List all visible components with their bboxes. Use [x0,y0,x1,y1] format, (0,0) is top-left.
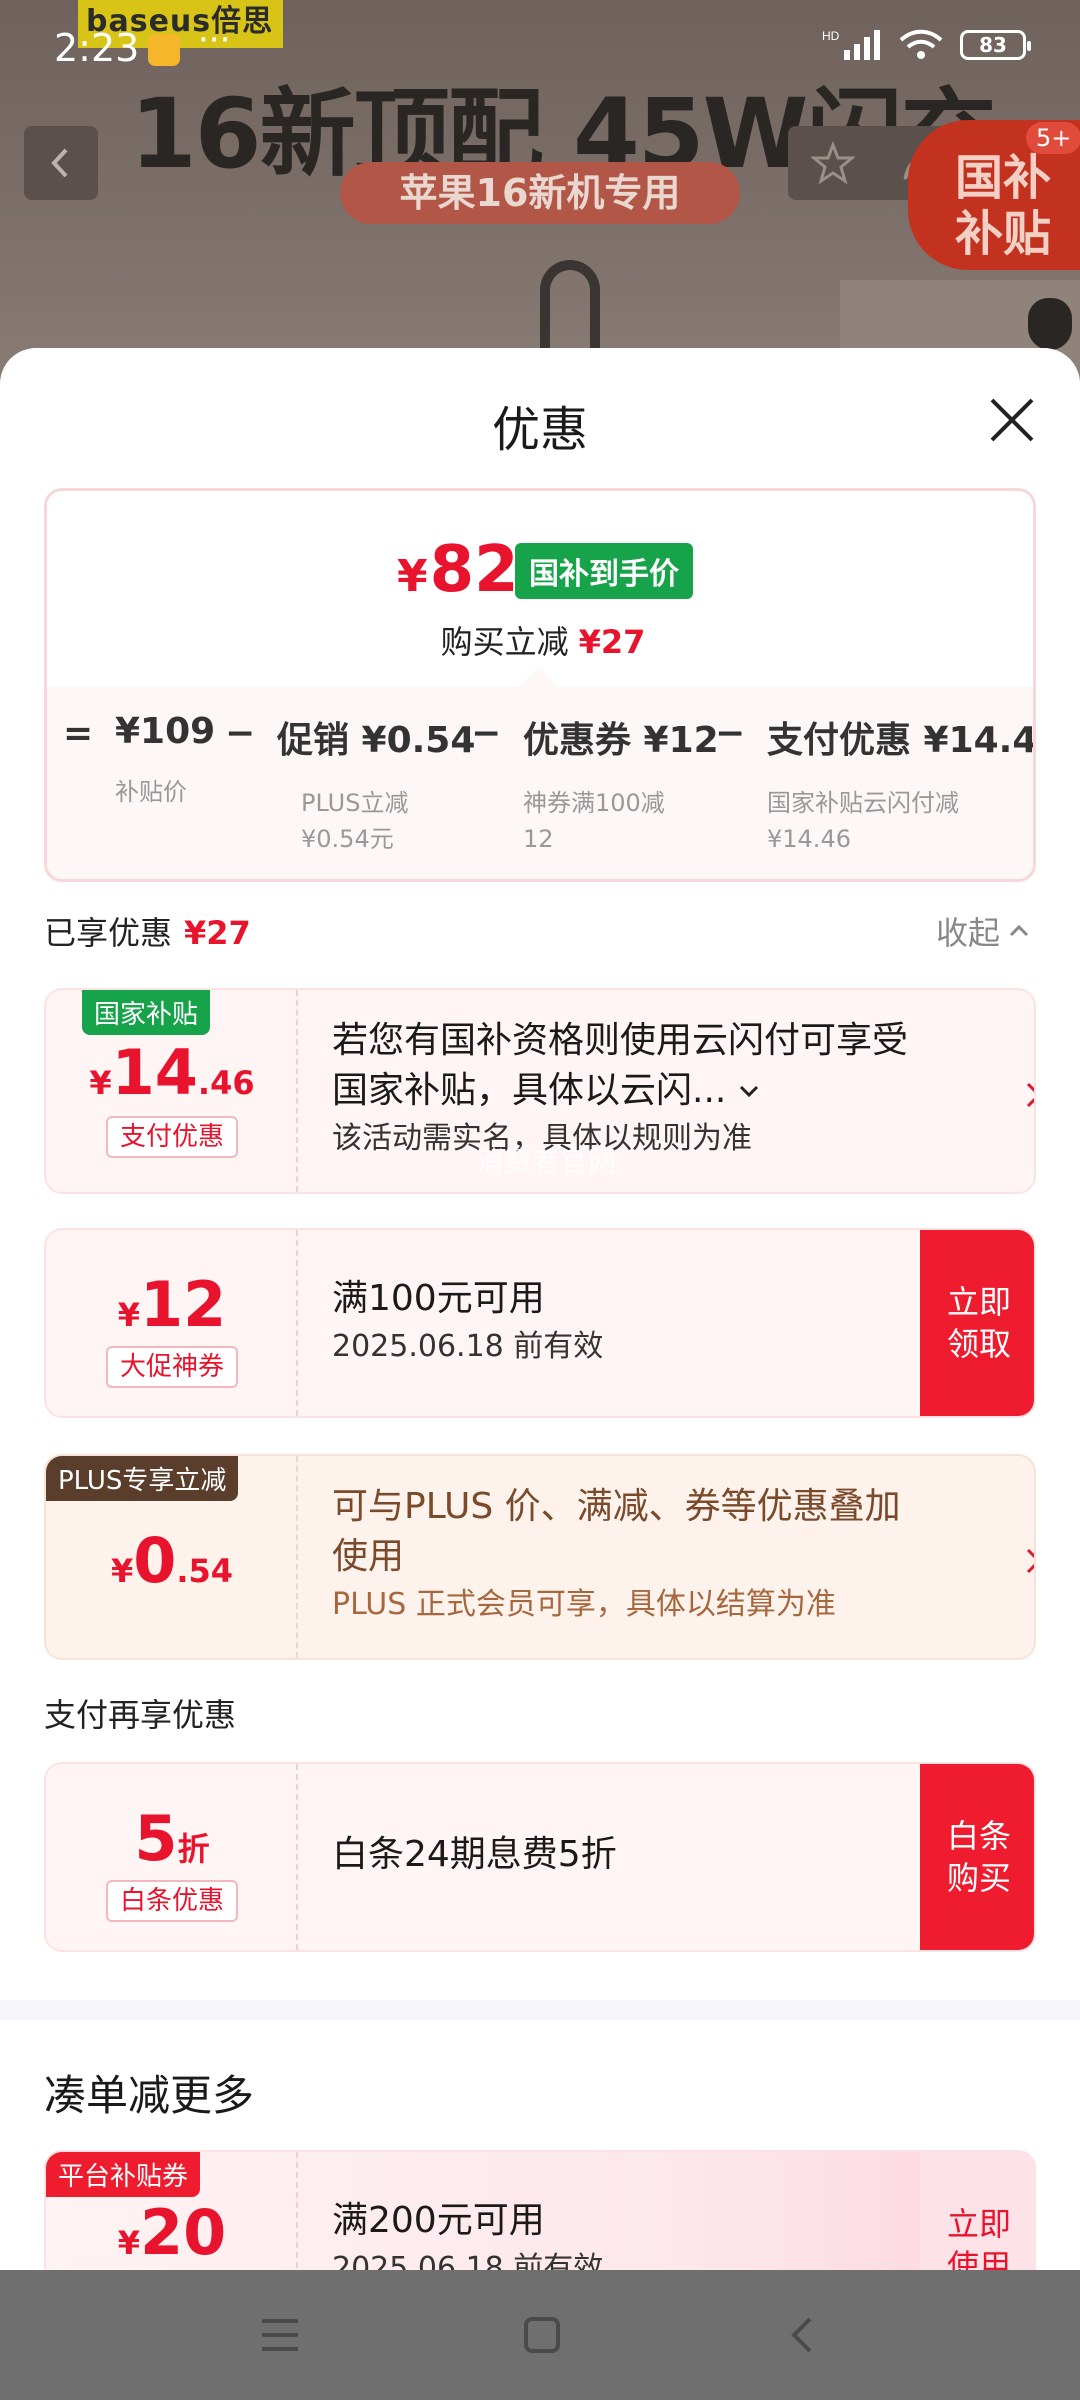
back-button[interactable] [24,126,98,200]
coupon-amount: ¥0.54 [110,1524,234,1597]
notification-app-icon [148,34,180,66]
breakdown-payment: 支付优惠 ¥14.46 国家补贴云闪付减 ¥14.46 [767,720,1036,853]
more-discount-title: 凑单减更多 [44,2071,255,2120]
final-price: ¥82 [397,533,519,607]
breakdown-coupon: 优惠券 ¥12 神券满100减 12 [523,720,719,853]
star-icon[interactable] [811,141,855,185]
baitiao-buy-button[interactable]: 白条 购买 [920,1764,1034,1950]
home-icon[interactable] [522,2315,562,2355]
equals-sign: = [63,713,94,754]
chevron-up-icon [1009,924,1029,937]
minus-sign: − [715,713,746,754]
battery-icon: 83 [960,30,1031,60]
network-type-label: HD [822,29,840,43]
enjoyed-discount-header: 已享优惠 ¥27 [44,914,251,952]
menu-icon[interactable] [258,2315,302,2355]
coupon-description: 满100元可用 2025.06.18 前有效 [332,1278,604,1364]
coupon-national-subsidy[interactable]: 国家补贴 ¥14.46 支付优惠 若您有国补资格则使用云闪付可享受 国家补贴，具… [44,988,1036,1194]
minus-sign: − [225,713,256,754]
platform-subsidy-tag: 平台补贴券 [46,2152,201,2197]
coupon-baitiao: 5折 白条优惠 白条24期息费5折 白条 购买 [44,1762,1036,1952]
national-subsidy-tag: 国家补贴 [82,990,211,1035]
breakdown-base-price: ¥109 补贴价 [115,711,216,806]
chevron-down-icon [739,1085,758,1098]
close-icon[interactable] [982,390,1042,450]
chevron-right-icon[interactable] [1018,1080,1036,1110]
reduce-line: 购买立减 ¥27 [440,623,646,661]
price-summary-card: ¥82 国补到手价 购买立减 ¥27 = ¥109 补贴价 − 促销 ¥0.54 … [44,488,1036,882]
coupon-type-chip: 支付优惠 [106,1116,238,1158]
status-time: 2:23 [54,26,140,70]
price-breakdown: = ¥109 补贴价 − 促销 ¥0.54 PLUS立减 ¥0.54元 − 优惠券… [47,687,1036,879]
coupon-amount: ¥20 [117,2196,227,2269]
coupon-amount: ¥14.46 [89,1036,255,1109]
pay-more-header: 支付再享优惠 [44,1696,237,1734]
claim-coupon-button[interactable]: 立即 领取 [920,1230,1034,1416]
badge-count: 5+ [1026,122,1080,154]
coupon-plus-discount[interactable]: PLUS专享立减 ¥0.54 可与PLUS 价、满减、券等优惠叠加 使用 PLU… [44,1454,1036,1660]
back-icon[interactable] [782,2315,822,2355]
watermark-text: 消费者官网 [476,1145,617,1178]
status-more-icon: ··· [198,20,231,60]
subsidy-price-tag: 国补到手价 [515,543,693,599]
collapse-button[interactable]: 收起 [936,908,1030,954]
coupon-amount: 5折 [134,1802,210,1875]
chevron-left-icon [51,148,68,178]
system-nav-bar [0,2270,1080,2400]
promo-subline: 苹果16新机专用 [340,162,740,224]
plus-tag: PLUS专享立减 [46,1456,239,1501]
coupon-amount: ¥12 [117,1268,227,1341]
coupon-type-chip: 白条优惠 [106,1880,238,1922]
coupon-promo-voucher: ¥12 大促神券 满100元可用 2025.06.18 前有效 立即 领取 [44,1228,1036,1418]
section-divider [0,2000,1080,2020]
minus-sign: − [471,713,502,754]
apple-logo-icon [1028,298,1072,350]
chevron-right-icon[interactable] [1018,1546,1036,1576]
breakdown-promo: 促销 ¥0.54 PLUS立减 ¥0.54元 [277,720,476,853]
sheet-title: 优惠 [491,402,588,458]
signal-icon: HD [822,29,880,60]
discount-sheet: 优惠 ¥82 国补到手价 购买立减 ¥27 = ¥109 补贴价 − 促销 ¥0.… [0,348,1080,2400]
coupon-description: 白条24期息费5折 [332,1834,617,1875]
coupon-type-chip: 大促神券 [106,1346,238,1388]
coupon-description: 可与PLUS 价、满减、券等优惠叠加 使用 PLUS 正式会员可享，具体以结算为… [332,1486,901,1622]
coupon-description: 若您有国补资格则使用云闪付可享受 国家补贴，具体以云闪... 该活动需实名，具体… [332,1020,909,1156]
wifi-icon [899,29,943,59]
status-indicators: HD 83 [822,28,1031,62]
status-bar: 2:23 ··· HD 83 [0,0,1080,100]
